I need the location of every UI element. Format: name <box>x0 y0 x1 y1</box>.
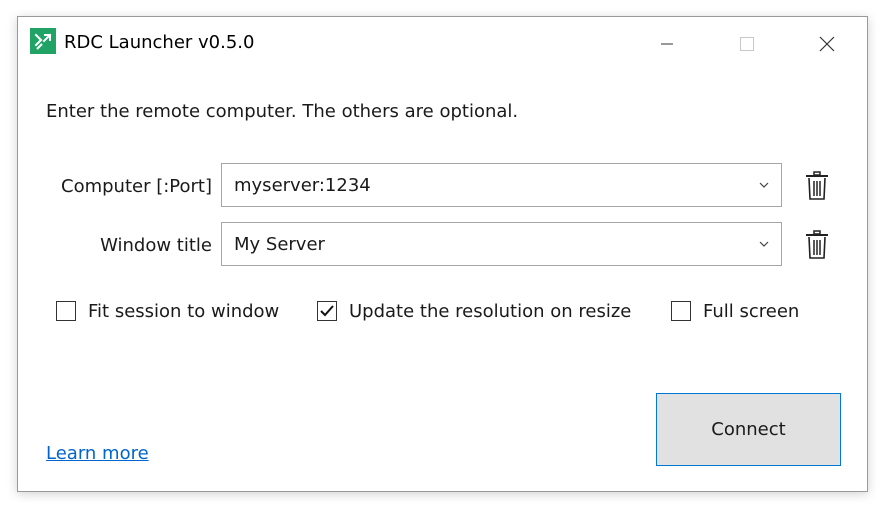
computer-combobox[interactable]: myserver:1234 <box>221 163 782 207</box>
remote-desktop-icon <box>30 28 56 54</box>
full-screen-checkbox[interactable] <box>671 301 691 321</box>
full-screen-option[interactable]: Full screen <box>671 297 799 325</box>
window-title: RDC Launcher v0.5.0 <box>64 32 255 53</box>
window-title-combobox[interactable]: My Server <box>221 222 782 266</box>
checkmark-icon <box>320 305 334 317</box>
app-window: RDC Launcher v0.5.0 Enter the remote com… <box>17 16 868 492</box>
computer-label: Computer [:Port] <box>61 176 212 197</box>
fit-session-checkbox[interactable] <box>56 301 76 321</box>
close-icon <box>819 36 835 52</box>
delete-window-title-button[interactable] <box>804 230 830 260</box>
update-resolution-option[interactable]: Update the resolution on resize <box>317 297 631 325</box>
window-title-value: My Server <box>234 234 325 255</box>
chevron-down-icon[interactable] <box>757 237 771 251</box>
trash-icon <box>806 230 828 259</box>
update-resolution-checkbox[interactable] <box>317 301 337 321</box>
minimize-button[interactable] <box>644 17 690 71</box>
maximize-icon <box>740 37 754 51</box>
fit-session-option[interactable]: Fit session to window <box>56 297 279 325</box>
connect-button[interactable]: Connect <box>656 393 841 466</box>
minimize-icon <box>661 43 673 45</box>
close-button[interactable] <box>804 17 850 71</box>
fit-session-label: Fit session to window <box>88 300 280 322</box>
update-resolution-label: Update the resolution on resize <box>349 300 632 322</box>
full-screen-label: Full screen <box>703 300 800 322</box>
chevron-down-icon[interactable] <box>757 178 771 192</box>
learn-more-link[interactable]: Learn more <box>46 443 149 464</box>
trash-icon <box>806 171 828 200</box>
delete-computer-button[interactable] <box>804 171 830 201</box>
window-title-label: Window title <box>100 235 212 256</box>
title-bar[interactable]: RDC Launcher v0.5.0 <box>18 17 867 71</box>
instruction-text: Enter the remote computer. The others ar… <box>46 101 519 122</box>
computer-value: myserver:1234 <box>234 175 371 196</box>
maximize-button[interactable] <box>724 17 770 71</box>
